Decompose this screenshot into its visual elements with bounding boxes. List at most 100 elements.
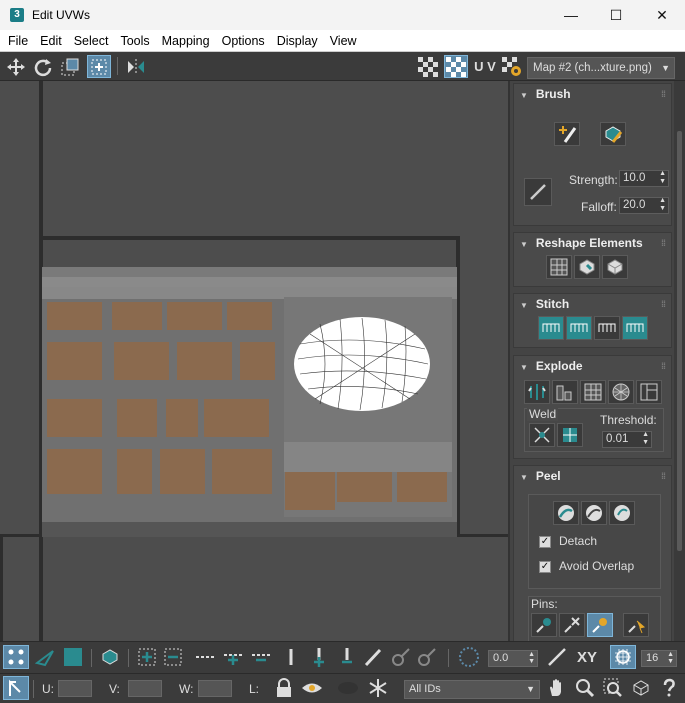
mirror-icon[interactable] (124, 55, 148, 78)
loop-grow-icon[interactable] (306, 645, 332, 669)
menu-file[interactable]: File (2, 34, 34, 48)
help-icon[interactable] (656, 676, 682, 700)
stitch-rollout-header[interactable]: ▼ Stitch ⁞⁞ (514, 294, 671, 314)
face-mode-icon[interactable] (60, 645, 86, 669)
w-field[interactable] (198, 680, 232, 697)
zoom-icon[interactable] (572, 676, 598, 700)
paint-grow-icon[interactable] (388, 645, 414, 669)
v-field[interactable] (128, 680, 162, 697)
u-label: U: (42, 682, 54, 696)
v-label: V: (109, 682, 120, 696)
edge-loop-icon[interactable] (278, 645, 304, 669)
weld-selected-icon[interactable] (529, 423, 555, 447)
menu-options[interactable]: Options (216, 34, 271, 48)
stitch-custom-icon[interactable] (538, 316, 564, 340)
menu-mapping[interactable]: Mapping (156, 34, 216, 48)
tool-panel: ▼ Brush ⁞⁞ Strength: 10.0 ▲ ▼ Falloff: 20.0 ▲… (511, 81, 674, 641)
u-field[interactable] (58, 680, 92, 697)
grid-size-field[interactable]: 16 ▲ ▼ (641, 650, 677, 667)
threshold-spinner[interactable]: 0.01 ▲ ▼ (602, 431, 652, 448)
material-id-select[interactable]: All IDs ▼ (404, 680, 540, 699)
vertex-mode-icon[interactable] (3, 645, 29, 669)
scrollbar-thumb[interactable] (677, 131, 682, 551)
element-mode-icon[interactable] (97, 645, 123, 669)
checker-active-icon[interactable] (444, 55, 468, 78)
menu-display[interactable]: Display (271, 34, 324, 48)
freeform-icon[interactable] (87, 55, 111, 78)
cube-icon[interactable] (602, 255, 628, 279)
auto-pin-icon[interactable] (587, 613, 613, 637)
map-settings-icon[interactable] (500, 55, 524, 78)
break-icon[interactable] (524, 380, 550, 404)
paint-select-icon[interactable] (360, 645, 386, 669)
edge-mode-icon[interactable] (32, 645, 58, 669)
ring-grow-icon[interactable] (220, 645, 246, 669)
pin-icon[interactable] (531, 613, 557, 637)
align-line-icon[interactable] (544, 645, 570, 669)
lock-icon[interactable] (271, 676, 297, 700)
absolute-offset-icon[interactable] (3, 676, 29, 700)
snowflake-icon[interactable] (365, 676, 391, 700)
move-icon[interactable] (4, 55, 28, 78)
grid-outline-icon[interactable] (636, 380, 662, 404)
scale-icon[interactable] (58, 55, 82, 78)
freeze-icon[interactable] (333, 676, 363, 700)
paint-shrink-icon[interactable] (414, 645, 440, 669)
close-button[interactable]: ✕ (639, 0, 685, 30)
sphere-pattern-icon[interactable] (608, 380, 634, 404)
xy-axis-button[interactable]: XY (572, 645, 602, 669)
unpin-icon[interactable] (559, 613, 585, 637)
stitch-average-icon[interactable] (594, 316, 620, 340)
detach-icon[interactable] (552, 380, 578, 404)
brush-rollout-header[interactable]: ▼ Brush ⁞⁞ (514, 84, 671, 104)
maximize-button[interactable]: ☐ (593, 0, 639, 30)
explode-rollout-header[interactable]: ▼ Explode ⁞⁞ (514, 356, 671, 376)
flatten-icon[interactable] (580, 380, 606, 404)
brush-relax-icon[interactable] (600, 122, 626, 146)
reshape-rollout-header[interactable]: ▼ Reshape Elements ⁞⁞ (514, 233, 671, 253)
rotate-icon[interactable] (31, 55, 55, 78)
pan-icon[interactable] (544, 676, 570, 700)
shrink-selection-icon[interactable] (160, 645, 186, 669)
map-select[interactable]: Map #2 (ch...xture.png) ▼ (527, 57, 675, 79)
peel-mode-icon[interactable] (581, 501, 607, 525)
select-pins-icon[interactable] (623, 613, 649, 637)
uv-viewport[interactable] (0, 81, 510, 641)
show-hidden-icon[interactable] (299, 676, 325, 700)
grid-snap-icon[interactable] (610, 645, 636, 669)
weld-label: Weld (527, 407, 559, 421)
selection-toolbar: 0.0 ▲ ▼ XY 16 ▲ ▼ (0, 641, 685, 673)
rotation-snap-icon[interactable] (456, 645, 482, 669)
loop-shrink-icon[interactable] (334, 645, 360, 669)
menu-view[interactable]: View (324, 34, 363, 48)
zoom-extents-icon[interactable] (628, 676, 654, 700)
checker-pattern-icon[interactable] (416, 55, 440, 78)
loop-select-icon[interactable] (192, 645, 218, 669)
stitch-to-target-icon[interactable] (622, 316, 648, 340)
angle-field[interactable]: 0.0 ▲ ▼ (488, 650, 538, 667)
quick-peel-icon[interactable] (553, 501, 579, 525)
menu-edit[interactable]: Edit (34, 34, 68, 48)
grow-selection-icon[interactable] (134, 645, 160, 669)
stitch-to-source-icon[interactable] (566, 316, 592, 340)
brush-paint-icon[interactable] (524, 178, 552, 206)
uv-mesh[interactable] (290, 314, 435, 414)
menu-tools[interactable]: Tools (114, 34, 155, 48)
zoom-region-icon[interactable] (600, 676, 626, 700)
peel-rollout: ▼ Peel ⁞⁞ ✓ Detach ✓ Avoid Overlap Pins: (513, 465, 672, 641)
menu-select[interactable]: Select (68, 34, 115, 48)
peel-rollout-header[interactable]: ▼ Peel ⁞⁞ (514, 466, 671, 486)
avoid-overlap-checkbox[interactable]: ✓ (539, 561, 551, 573)
straighten-icon[interactable] (546, 255, 572, 279)
ring-shrink-icon[interactable] (248, 645, 274, 669)
detach-checkbox[interactable]: ✓ (539, 536, 551, 548)
weld-target-icon[interactable] (557, 423, 583, 447)
relax-icon[interactable] (574, 255, 600, 279)
minimize-button[interactable]: — (548, 0, 594, 30)
reset-peel-icon[interactable] (609, 501, 635, 525)
panel-scrollbar[interactable] (674, 81, 685, 641)
falloff-spinner[interactable]: 20.0 ▲ ▼ (619, 197, 669, 214)
uv-toggle[interactable]: U V (472, 55, 498, 78)
brush-move-icon[interactable] (554, 122, 580, 146)
strength-spinner[interactable]: 10.0 ▲ ▼ (619, 170, 669, 187)
